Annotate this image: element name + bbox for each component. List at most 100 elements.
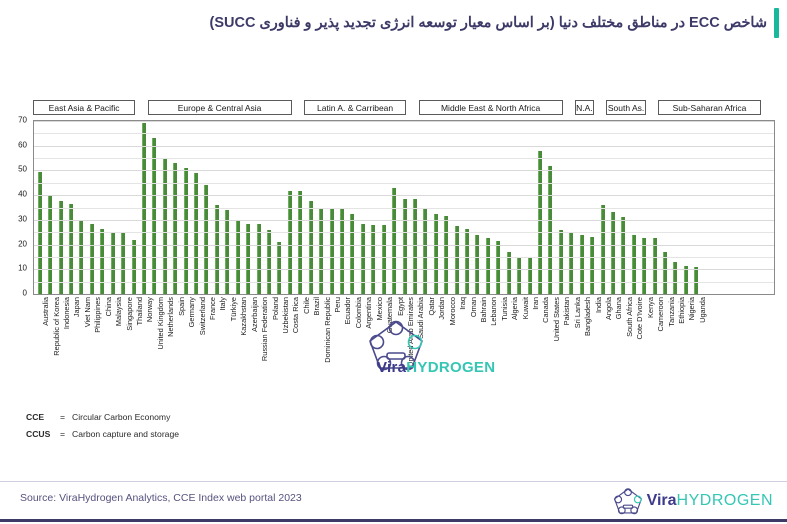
x-axis-tick-label: Singapore (124, 297, 134, 331)
title-bar: شاخص CCE در مناطق مختلف دنیا (بر اساس مع… (0, 0, 787, 46)
brand-logo-primary: Vira (646, 492, 677, 509)
x-axis-tick-label: South Africa (624, 297, 634, 337)
y-axis-tick-label: 10 (18, 263, 27, 273)
x-axis-tick-label: United States (551, 297, 561, 342)
x-axis-tick-label: Dominican Republic (322, 297, 332, 363)
bar (600, 205, 605, 294)
bar (465, 228, 470, 294)
x-axis-tick-label: Chile (301, 297, 311, 314)
bar (694, 266, 699, 294)
region-header: Latin A. & Carribean (303, 100, 407, 115)
note-equals: = (60, 412, 66, 422)
bar (537, 150, 542, 294)
note-key: CCUS (26, 429, 51, 439)
x-axis-tick-label: Netherlands (166, 297, 176, 337)
bar (558, 229, 563, 294)
footer-divider (0, 481, 787, 482)
x-axis-tick-label: Kuwait (520, 297, 530, 320)
x-axis-tick-label: Bangladesh (583, 297, 593, 337)
x-axis-tick-label: Ghana (614, 297, 624, 320)
brand-logo-text: ViraHYDROGEN (647, 492, 773, 510)
bar (496, 240, 501, 294)
x-axis-tick-label: Lebanon (489, 297, 499, 326)
gridline (34, 195, 774, 197)
bar (246, 223, 251, 294)
bar (517, 256, 522, 294)
bar (194, 172, 199, 294)
bar (152, 138, 157, 294)
note-row: CCUS = Carbon capture and storage (26, 429, 179, 439)
bar (58, 201, 63, 294)
x-axis-tick-label: Japan (72, 297, 82, 318)
region-header: East Asia & Pacific (33, 100, 136, 115)
gridline-minor (34, 232, 774, 234)
x-axis-tick-label: Guatemala (385, 297, 395, 334)
gridline (34, 121, 774, 122)
x-axis-tick-label: Uzbekistan (280, 297, 290, 334)
x-axis-tick-label: Poland (270, 297, 280, 321)
bar (68, 203, 73, 294)
x-axis-tick-label: Tanzania (666, 297, 676, 327)
note-key: CCE (26, 412, 45, 422)
bar (277, 242, 282, 294)
x-axis-tick-label: Peru (333, 297, 343, 313)
region-header: Middle East & North Africa (418, 100, 563, 115)
y-axis-tick-label: 60 (18, 140, 27, 150)
gridline-minor (34, 182, 774, 184)
gridline (34, 219, 774, 221)
brand-logo: ViraHYDROGEN (613, 486, 773, 516)
bar (121, 232, 126, 294)
x-axis-tick-label: Oman (468, 297, 478, 318)
y-axis-tick-label: 20 (18, 239, 27, 249)
note-value: Circular Carbon Economy (72, 412, 171, 422)
x-axis-tick-label: Colombia (353, 297, 363, 329)
bar (131, 239, 136, 294)
bar (214, 205, 219, 294)
bar (204, 185, 209, 294)
gridline-minor (34, 256, 774, 258)
source-note: Source: ViraHydrogen Analytics, CCE Inde… (20, 492, 302, 504)
x-axis-tick-label: Ecuador (343, 297, 353, 325)
x-axis-tick-label: Cote D'Ivoire (635, 297, 645, 340)
region-header: Sub-Saharan Africa (658, 100, 761, 115)
gridline (34, 170, 774, 172)
y-axis: 0 10 20 30 40 50 60 70 (0, 116, 31, 298)
x-axis-tick-label: Viet Nam (82, 297, 92, 328)
bar (652, 238, 657, 294)
x-axis-tick-label: Egypt (395, 297, 405, 316)
x-axis-tick-label: Morocco (447, 297, 457, 326)
x-axis-tick-label: Kenya (645, 297, 655, 318)
bar (485, 238, 490, 294)
x-axis-tick-label: Thailand (135, 297, 144, 326)
x-axis-tick-label: Iraq (458, 297, 468, 310)
x-axis-tick-label: United Arab Emirates (406, 297, 415, 367)
x-axis-tick-label: Jordan (437, 297, 447, 320)
bar (89, 223, 94, 294)
x-axis-tick-label: Angola (604, 297, 614, 321)
bar (673, 261, 678, 294)
x-axis-tick-label: Bahrain (478, 297, 488, 323)
gridline-minor (34, 158, 774, 160)
x-axis-labels: Australia Republic of Korea Indonesia Japan… (33, 297, 775, 392)
bar (371, 224, 376, 294)
chart-container: East Asia & Pacific Europe & Central Asia… (0, 100, 787, 400)
x-axis-tick-label: Algeria (510, 297, 520, 321)
x-axis-tick-label: Kazakhstan (239, 297, 249, 336)
x-axis-tick-label: Malaysia (114, 297, 124, 327)
x-axis-tick-label: Uganda (697, 297, 707, 323)
x-axis-tick-label: France (207, 297, 217, 321)
x-axis-tick-label: Switzerland (197, 297, 207, 336)
y-axis-tick-label: 0 (22, 288, 27, 298)
bar (392, 187, 397, 294)
x-axis-tick-label: China (103, 297, 113, 317)
bar (548, 165, 553, 294)
note-row: CCE = Circular Carbon Economy (26, 412, 179, 422)
note-value: Carbon capture and storage (72, 429, 180, 439)
x-axis-tick-label: Philippines (93, 297, 103, 333)
x-axis-tick-label: Nigeria (687, 297, 697, 321)
x-axis-tick-label: Spain (176, 297, 186, 316)
bar (110, 232, 115, 294)
bar (183, 167, 188, 294)
footer-bottom-bar (0, 519, 787, 522)
gridline (34, 269, 774, 271)
